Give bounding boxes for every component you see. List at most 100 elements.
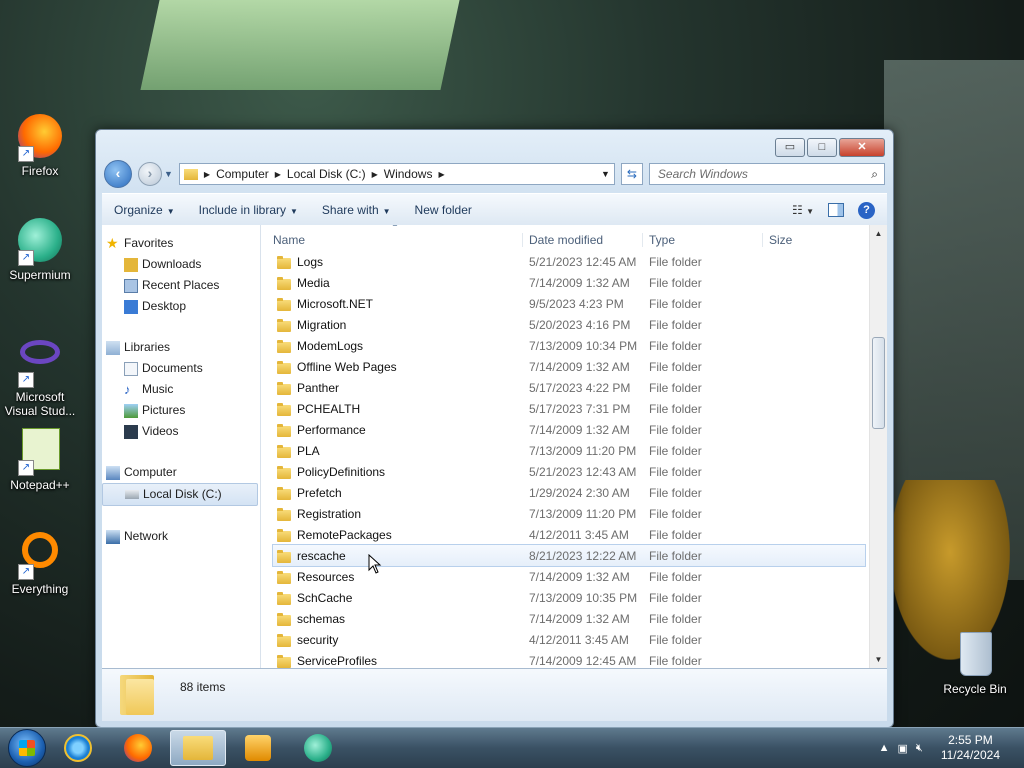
nav-music[interactable]: ♪ Music [102, 379, 260, 400]
recent-pages-dropdown[interactable]: ▼ [164, 169, 173, 179]
minimize-button[interactable]: ▭ [775, 138, 805, 157]
taskbar-supermium[interactable] [290, 730, 346, 766]
search-box[interactable]: ⌕ [648, 163, 885, 185]
desktop-icon-supermium[interactable]: ↗ Supermium [0, 216, 80, 282]
search-icon[interactable]: ⌕ [871, 167, 878, 182]
taskbar-media-player[interactable] [230, 730, 286, 766]
file-row[interactable]: PLA 7/13/2009 11:20 PM File folder [261, 440, 887, 461]
scroll-down-arrow[interactable]: ▼ [870, 651, 887, 668]
file-rows: Logs 5/21/2023 12:45 AM File folder Media 7/… [261, 251, 887, 668]
desktop-icon-visual-studio[interactable]: ↗ Microsoft Visual Stud... [0, 328, 80, 418]
supermium-icon [304, 734, 332, 762]
column-header-size[interactable]: Size [763, 233, 839, 247]
desktop-icon-notepad-plus-plus[interactable]: ↗ Notepad++ [0, 424, 80, 492]
new-folder-button[interactable]: New folder [403, 203, 484, 217]
include-in-library-menu[interactable]: Include in library ▼ [187, 203, 310, 217]
nav-desktop[interactable]: Desktop [102, 296, 260, 317]
file-row[interactable]: Prefetch 1/29/2024 2:30 AM File folder [261, 482, 887, 503]
vertical-scrollbar[interactable]: ▲ ▼ [869, 225, 887, 668]
desktop-icon-recycle-bin[interactable]: Recycle Bin [935, 630, 1015, 696]
file-type: File folder [649, 485, 702, 500]
file-row[interactable]: ModemLogs 7/13/2009 10:34 PM File folder [261, 335, 887, 356]
nav-videos[interactable]: Videos [102, 421, 260, 442]
nav-local-disk[interactable]: Local Disk (C:) [102, 483, 258, 506]
nav-libraries[interactable]: Libraries [102, 337, 260, 358]
file-row[interactable]: Media 7/14/2009 1:32 AM File folder [261, 272, 887, 293]
refresh-button[interactable]: ⇆ [620, 163, 643, 185]
taskbar-internet-explorer[interactable] [50, 730, 106, 766]
file-row[interactable]: Microsoft.NET 9/5/2023 4:23 PM File folder [261, 293, 887, 314]
file-row[interactable]: rescache 8/21/2023 12:22 AM File folder [272, 544, 866, 567]
breadcrumb-separator-icon[interactable]: ▶ [372, 170, 378, 179]
file-row[interactable]: Resources 7/14/2009 1:32 AM File folder [261, 566, 887, 587]
file-row[interactable]: Logs 5/21/2023 12:45 AM File folder [261, 251, 887, 272]
taskbar-windows-explorer[interactable] [170, 730, 226, 766]
network-status-icon[interactable]: ▣ [897, 742, 907, 755]
file-type: File folder [649, 443, 702, 458]
breadcrumb-separator-icon[interactable]: ▶ [438, 170, 444, 179]
volume-muted-icon[interactable]: 🔇︎ [916, 742, 923, 755]
file-row[interactable]: PCHEALTH 5/17/2023 7:31 PM File folder [261, 398, 887, 419]
file-row[interactable]: RemotePackages 4/12/2011 3:45 AM File fold… [261, 524, 887, 545]
firefox-icon [124, 734, 152, 762]
maximize-button[interactable]: □ [807, 138, 837, 157]
nav-downloads[interactable]: Downloads [102, 254, 260, 275]
navigation-bar: ‹ › ▼ ▶ Computer ▶ Local Disk (C:) ▶ Win… [104, 160, 885, 188]
windows-explorer-icon [183, 736, 213, 760]
file-row[interactable]: Migration 5/20/2023 4:16 PM File folder [261, 314, 887, 335]
desktop-icon-everything[interactable]: ↗ Everything [0, 528, 80, 596]
forward-button[interactable]: › [138, 162, 162, 186]
file-row[interactable]: ServiceProfiles 7/14/2009 12:45 AM File fo… [261, 650, 887, 668]
file-row[interactable]: PolicyDefinitions 5/21/2023 12:43 AM File … [261, 461, 887, 482]
show-hidden-icons-icon[interactable]: ▲ [879, 742, 890, 754]
breadcrumb-windows[interactable]: Windows [384, 167, 433, 181]
file-name: ServiceProfiles [261, 654, 523, 668]
desktop-icon-firefox[interactable]: ↗ Firefox [0, 112, 80, 178]
file-row[interactable]: Offline Web Pages 7/14/2009 1:32 AM File f… [261, 356, 887, 377]
file-type: File folder [649, 632, 702, 647]
preview-pane-button[interactable] [828, 203, 844, 217]
file-row[interactable]: schemas 7/14/2009 1:32 AM File folder [261, 608, 887, 629]
breadcrumb-separator-icon[interactable]: ▶ [275, 170, 281, 179]
file-row[interactable]: security 4/12/2011 3:45 AM File folder [261, 629, 887, 650]
nav-computer[interactable]: Computer [102, 462, 260, 483]
scroll-thumb[interactable] [872, 337, 885, 429]
nav-network[interactable]: Network [102, 526, 260, 547]
nav-favorites[interactable]: ★ Favorites [102, 233, 260, 254]
column-header-name[interactable]: ▲Name [261, 225, 523, 247]
help-button[interactable]: ? [858, 201, 875, 219]
folder-icon [277, 318, 291, 332]
desktop-icon-label: Firefox [21, 164, 59, 178]
file-row[interactable]: Performance 7/14/2009 1:32 AM File folder [261, 419, 887, 440]
everything-icon: ↗ [16, 532, 64, 580]
breadcrumb-computer[interactable]: Computer [216, 167, 269, 181]
column-header-date[interactable]: Date modified [523, 233, 643, 247]
scroll-up-arrow[interactable]: ▲ [870, 225, 887, 242]
back-button[interactable]: ‹ [104, 160, 132, 188]
column-header-type[interactable]: Type [643, 233, 763, 247]
nav-recent-places[interactable]: Recent Places [102, 275, 260, 296]
organize-menu[interactable]: Organize ▼ [102, 203, 187, 217]
file-row[interactable]: Registration 7/13/2009 11:20 PM File folde… [261, 503, 887, 524]
breadcrumb-local-disk[interactable]: Local Disk (C:) [287, 167, 366, 181]
close-button[interactable]: ✕ [839, 138, 885, 157]
folder-icon [277, 507, 291, 521]
file-type: File folder [649, 296, 702, 311]
taskbar-firefox[interactable] [110, 730, 166, 766]
change-view-button[interactable]: ☷ ▼ [792, 203, 814, 217]
supermium-icon: ↗ [16, 218, 64, 266]
address-dropdown-icon[interactable]: ▼ [601, 169, 610, 179]
search-input[interactable] [655, 166, 872, 182]
documents-icon [124, 362, 138, 376]
breadcrumb-separator-icon[interactable]: ▶ [204, 170, 210, 179]
folder-icon [277, 528, 291, 542]
file-row[interactable]: SchCache 7/13/2009 10:35 PM File folder [261, 587, 887, 608]
clock[interactable]: 2:55 PM 11/24/2024 [941, 733, 1000, 763]
nav-documents[interactable]: Documents [102, 358, 260, 379]
file-row[interactable]: Panther 5/17/2023 4:22 PM File folder [261, 377, 887, 398]
nav-pictures[interactable]: Pictures [102, 400, 260, 421]
file-date: 5/17/2023 4:22 PM [529, 380, 631, 395]
address-bar[interactable]: ▶ Computer ▶ Local Disk (C:) ▶ Windows ▶… [178, 163, 615, 185]
share-with-menu[interactable]: Share with ▼ [310, 203, 403, 217]
start-button[interactable] [8, 729, 46, 767]
